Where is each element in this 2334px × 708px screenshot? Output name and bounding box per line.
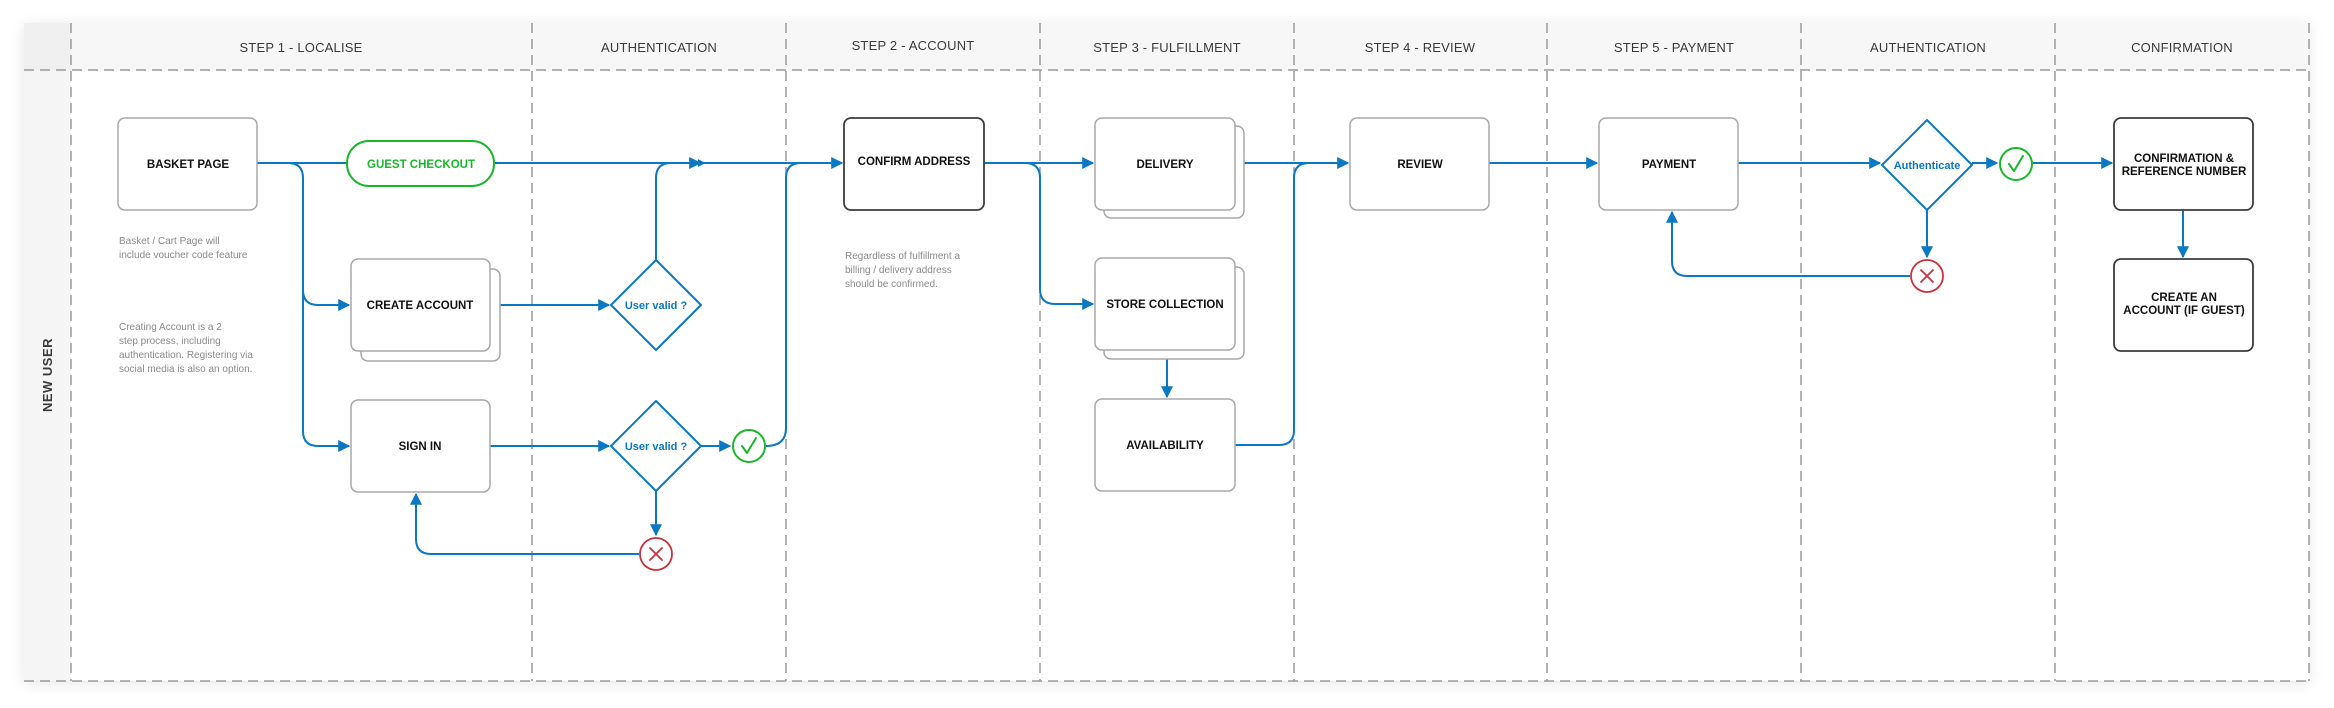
node-label: GUEST CHECKOUT: [367, 159, 475, 171]
node-confirmation[interactable]: CONFIRMATION & REFERENCE NUMBER: [2113, 117, 2254, 211]
node-availability[interactable]: AVAILABILITY: [1094, 398, 1236, 492]
node-label: CONFIRM ADDRESS: [858, 156, 971, 168]
edge-user-valid-1-valid: [655, 157, 702, 260]
node-payment[interactable]: PAYMENT: [1598, 117, 1739, 211]
node-label: CREATE ACCOUNT: [367, 300, 474, 312]
node-review[interactable]: REVIEW: [1349, 117, 1490, 211]
note-line: Basket / Cart Page will: [119, 236, 220, 247]
node-label: BASKET PAGE: [147, 159, 230, 171]
column-header-step1: STEP 1 - LOCALISE: [239, 40, 362, 55]
edge-invalid-sign-in: [410, 492, 639, 555]
decision-label: Authenticate: [1894, 160, 1961, 172]
column-header-step3: STEP 3 - FULFILLMENT: [1093, 40, 1241, 55]
x-circle-icon: [639, 537, 673, 571]
decision-user-valid-2[interactable]: User valid ?: [610, 400, 702, 492]
node-store-collection[interactable]: STORE COLLECTION: [1094, 257, 1245, 360]
node-create-account[interactable]: CREATE ACCOUNT: [350, 258, 501, 362]
decision-label: User valid ?: [625, 441, 688, 453]
node-label: STORE COLLECTION: [1106, 299, 1223, 311]
note-line: Creating Account is a 2: [119, 322, 222, 333]
column-header-auth2: AUTHENTICATION: [1870, 40, 1986, 55]
note-line: social media is also an option.: [119, 364, 252, 375]
x-circle-icon: [1910, 259, 1944, 293]
column-header-confirmation: CONFIRMATION: [2131, 40, 2233, 55]
decision-authenticate[interactable]: Authenticate: [1881, 119, 1973, 211]
node-label: PAYMENT: [1642, 159, 1696, 171]
column-header-step5: STEP 5 - PAYMENT: [1614, 40, 1734, 55]
column-header-auth1: AUTHENTICATION: [601, 40, 717, 55]
node-guest-checkout[interactable]: GUEST CHECKOUT: [346, 140, 495, 187]
note-basket: Basket / Cart Page will include voucher …: [119, 236, 248, 261]
node-label: DELIVERY: [1136, 159, 1193, 171]
node-label-line-1: CREATE AN: [2151, 292, 2217, 304]
check-circle-icon: [1999, 147, 2033, 181]
column-header-step4: STEP 4 - REVIEW: [1365, 40, 1476, 55]
decision-user-valid-1[interactable]: User valid ?: [610, 259, 702, 351]
check-circle-icon: [732, 429, 766, 463]
note-create-account: Creating Account is a 2 step process, in…: [119, 322, 253, 375]
column-header-step2: STEP 2 - ACCOUNT: [852, 38, 975, 53]
note-line: step process, including: [119, 336, 221, 347]
note-confirm-address: Regardless of fulfillment a billing / de…: [845, 251, 960, 290]
corner-cell: [24, 23, 71, 70]
note-line: authentication. Registering via: [119, 350, 253, 361]
edge-confirm-address-store-collection: [1024, 162, 1095, 310]
note-line: include voucher code feature: [119, 250, 248, 261]
node-basket-page[interactable]: BASKET PAGE: [117, 117, 258, 211]
node-label: REVIEW: [1397, 159, 1443, 171]
edge-invalid-payment: [1666, 210, 1910, 277]
row-label-new-user: NEW USER: [40, 338, 55, 412]
edge-check-confirm-address: [765, 157, 844, 447]
note-line: billing / delivery address: [845, 265, 952, 276]
decision-label: User valid ?: [625, 300, 688, 312]
node-delivery[interactable]: DELIVERY: [1094, 117, 1245, 219]
node-label-line-1: CONFIRMATION &: [2134, 153, 2234, 165]
node-label-line-2: ACCOUNT (IF GUEST): [2123, 305, 2245, 317]
node-label: AVAILABILITY: [1126, 440, 1204, 452]
edge-availability-review: [1235, 162, 1310, 446]
node-sign-in[interactable]: SIGN IN: [350, 399, 491, 493]
note-line: should be confirmed.: [845, 279, 938, 290]
node-confirm-address[interactable]: CONFIRM ADDRESS: [843, 117, 985, 211]
node-label: SIGN IN: [399, 441, 442, 453]
note-line: Regardless of fulfillment a: [845, 251, 960, 262]
edge-basket-create-account: [302, 289, 351, 311]
node-label-line-2: REFERENCE NUMBER: [2122, 166, 2247, 178]
node-create-an-account-if-guest[interactable]: CREATE AN ACCOUNT (IF GUEST): [2113, 258, 2254, 352]
flow-diagram: STEP 1 - LOCALISE AUTHENTICATION STEP 2 …: [24, 23, 2310, 682]
